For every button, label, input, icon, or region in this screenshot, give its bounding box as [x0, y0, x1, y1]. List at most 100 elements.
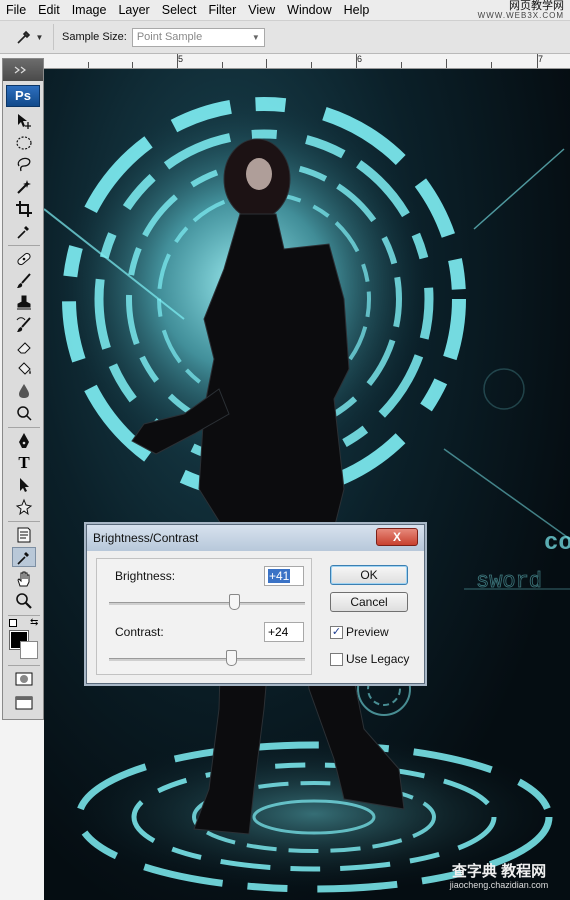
eyedropper-tool[interactable]	[12, 221, 36, 241]
eyedropper-icon	[17, 226, 29, 239]
eyedropper-icon	[16, 30, 30, 44]
brush-icon	[17, 273, 31, 288]
ok-button[interactable]: OK	[330, 565, 408, 585]
elliptical-marquee-tool[interactable]	[12, 133, 36, 153]
history-brush-tool[interactable]	[12, 315, 36, 335]
history-brush-icon	[16, 317, 31, 332]
magic-wand-tool[interactable]	[12, 177, 36, 197]
water-drop-icon	[19, 384, 29, 398]
adjustment-panel: Brightness: +41 Contrast: +24	[96, 558, 312, 675]
brightness-value: +41	[268, 569, 291, 583]
background-color-swatch[interactable]	[20, 641, 38, 659]
checkmark-icon: ✓	[330, 625, 343, 639]
preview-label: Preview	[346, 625, 389, 639]
blur-tool[interactable]	[12, 381, 36, 401]
hand-icon	[17, 571, 30, 587]
menu-window[interactable]: Window	[281, 0, 337, 21]
brightness-label: Brightness:	[115, 569, 176, 583]
eraser-tool[interactable]	[12, 337, 36, 357]
eyedropper-tool-active[interactable]	[12, 547, 36, 567]
ruler-top: 5 6 7	[44, 54, 570, 69]
spot-healing-tool[interactable]	[12, 249, 36, 269]
hud-text-sword: sword	[476, 569, 542, 594]
swap-colors-icon[interactable]: ⇆	[30, 617, 38, 628]
watermark-top: 网页教学网 WWW.WEB3X.COM	[478, 1, 564, 20]
brush-tool[interactable]	[12, 271, 36, 291]
clone-stamp-tool[interactable]	[12, 293, 36, 313]
close-icon: X	[392, 530, 401, 544]
notes-tool[interactable]	[12, 525, 36, 545]
ruler-label: 7	[538, 54, 544, 64]
watermark-bottom-url: jiaocheng.chazidian.com	[449, 879, 549, 890]
menu-filter[interactable]: Filter	[202, 0, 242, 21]
ellipse-marquee-icon	[16, 136, 32, 150]
ps-logo[interactable]: Ps	[6, 85, 40, 107]
hand-tool[interactable]	[12, 569, 36, 589]
shape-icon	[15, 498, 33, 516]
dialog-close-button[interactable]: X	[376, 528, 418, 546]
brightness-slider-thumb[interactable]	[229, 594, 240, 610]
menu-file[interactable]: File	[0, 0, 32, 21]
sample-size-value: Point Sample	[136, 31, 203, 43]
type-tool[interactable]: T	[12, 453, 36, 473]
move-icon	[18, 114, 31, 129]
use-legacy-checkbox[interactable]: Use Legacy	[330, 652, 409, 666]
cancel-label: Cancel	[350, 595, 388, 609]
dodge-tool[interactable]	[12, 403, 36, 423]
brightness-input[interactable]: +41	[264, 566, 304, 586]
pen-icon	[19, 433, 29, 448]
dialog-title-bar[interactable]: Brightness/Contrast	[87, 525, 424, 551]
magnifier-icon	[16, 593, 32, 609]
eraser-icon	[17, 342, 31, 354]
cancel-button[interactable]: Cancel	[330, 592, 408, 612]
contrast-input[interactable]: +24	[264, 622, 304, 642]
lasso-tool[interactable]	[12, 155, 36, 175]
preview-checkbox[interactable]: ✓ Preview	[330, 625, 389, 639]
collapse-arrows-icon	[14, 66, 26, 74]
default-colors-icon[interactable]	[9, 619, 17, 627]
crop-tool[interactable]	[12, 199, 36, 219]
toolbox-header[interactable]	[3, 59, 43, 81]
dialog-title: Brightness/Contrast	[93, 531, 199, 545]
type-icon: T	[18, 453, 30, 472]
zoom-tool[interactable]	[12, 591, 36, 611]
watermark-top-url: WWW.WEB3X.COM	[477, 11, 564, 20]
hud-text-co: co	[544, 530, 570, 557]
contrast-value: +24	[268, 625, 289, 639]
quick-mask-button[interactable]	[12, 669, 36, 689]
menu-select[interactable]: Select	[156, 0, 203, 21]
tool-preset-picker[interactable]: ▼	[6, 24, 54, 50]
brightness-slider-track[interactable]	[109, 602, 305, 605]
bandage-icon	[17, 252, 31, 266]
menu-edit[interactable]: Edit	[32, 0, 66, 21]
contrast-slider-thumb[interactable]	[226, 650, 237, 666]
paint-bucket-tool[interactable]	[12, 359, 36, 379]
contrast-slider-track[interactable]	[109, 658, 305, 661]
arrow-pointer-icon	[20, 478, 29, 492]
sample-size-label: Sample Size:	[62, 31, 127, 43]
watermark-bottom: 查字典 教程网 jiaocheng.chazidian.com	[434, 863, 564, 890]
options-bar: ▼ Sample Size: Point Sample ▼	[0, 21, 570, 54]
screen-mode-icon	[15, 696, 33, 710]
menu-help[interactable]: Help	[338, 0, 376, 21]
ruler-label: 5	[178, 54, 184, 64]
notes-icon	[17, 527, 31, 543]
toolbox: Ps T ⇆	[2, 58, 44, 720]
eyedropper-icon	[17, 552, 29, 565]
use-legacy-label: Use Legacy	[346, 652, 410, 666]
pen-tool[interactable]	[12, 431, 36, 451]
chevron-down-icon: ▼	[251, 32, 260, 42]
path-selection-tool[interactable]	[12, 475, 36, 495]
magic-wand-icon	[17, 180, 31, 194]
screen-mode-button[interactable]	[12, 693, 36, 713]
sample-size-select[interactable]: Point Sample ▼	[131, 27, 265, 47]
menu-image[interactable]: Image	[66, 0, 113, 21]
move-tool[interactable]	[12, 111, 36, 131]
stamp-icon	[17, 295, 31, 310]
document-canvas[interactable]: co sword	[44, 69, 570, 900]
ok-label: OK	[360, 568, 378, 582]
menu-layer[interactable]: Layer	[112, 0, 155, 21]
custom-shape-tool[interactable]	[12, 497, 36, 517]
menu-view[interactable]: View	[242, 0, 281, 21]
brightness-contrast-dialog: Brightness/Contrast X Brightness: +41 Co…	[86, 524, 425, 684]
